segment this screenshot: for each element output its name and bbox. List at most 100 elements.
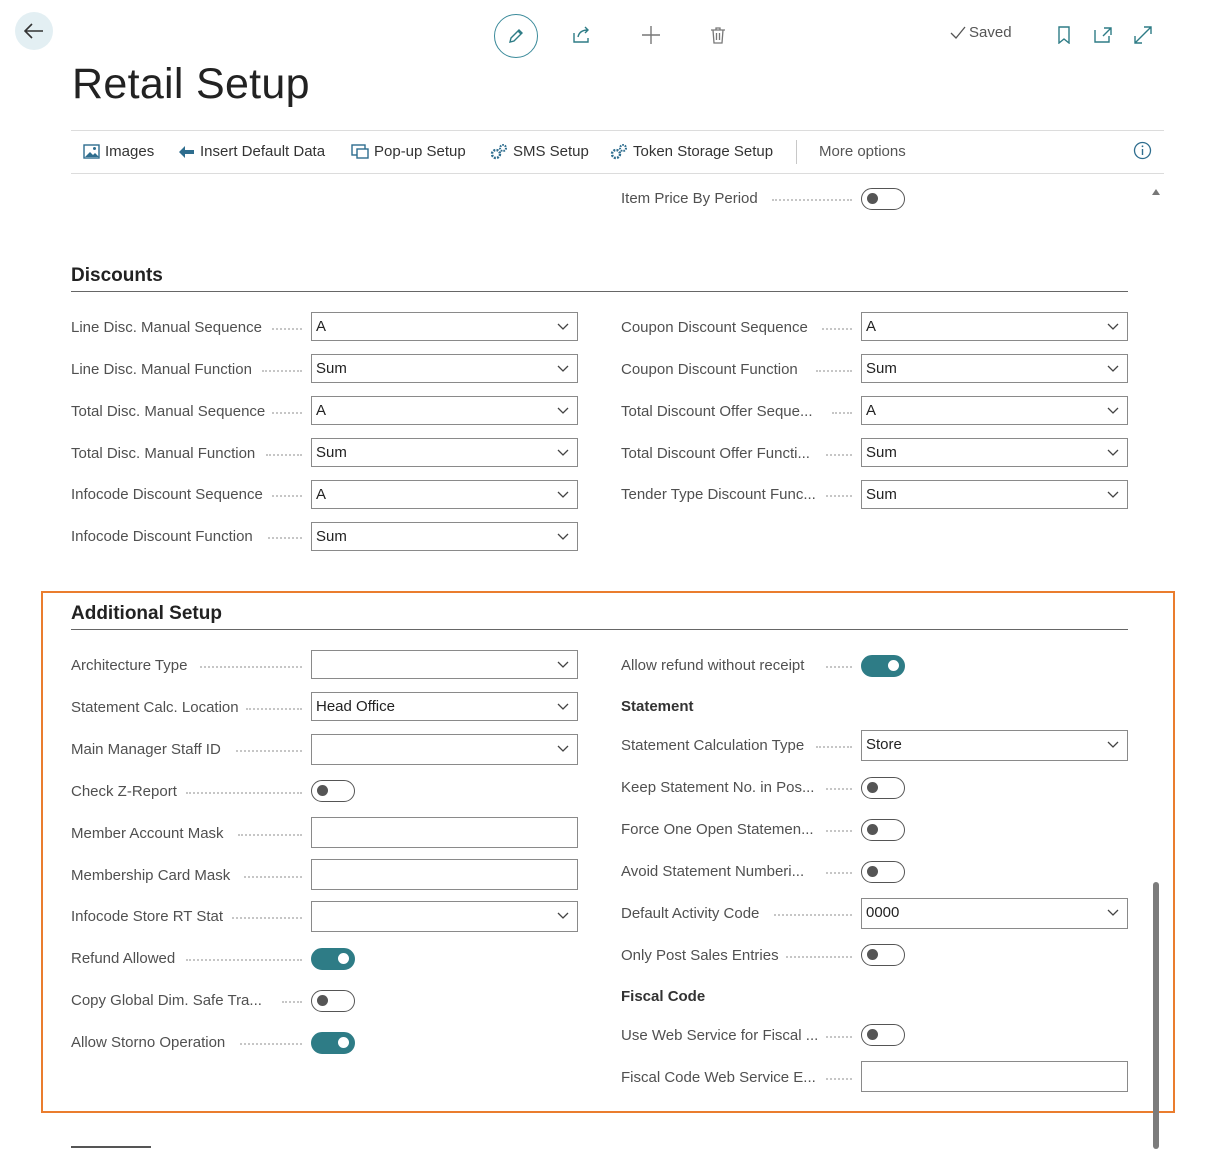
back-button[interactable] [15,12,53,50]
toggle-knob [317,995,328,1006]
toggle-allow-refund-without-receipt[interactable] [861,655,905,677]
action-insert-default-data[interactable]: Insert Default Data [178,143,325,160]
action-sms-setup[interactable]: SMS Setup [490,143,589,160]
select-default-activity-code[interactable]: 0000 [861,898,1128,929]
field-label-total-disc-manual-function: Total Disc. Manual Function [71,445,256,462]
field-dots [186,959,302,961]
field-label-tender-type-discount-function: Tender Type Discount Func... [621,486,816,503]
toggle-knob [338,953,349,964]
field-label-line-disc-manual-function: Line Disc. Manual Function [71,361,252,378]
field-label-coupon-discount-function: Coupon Discount Function [621,361,798,378]
select-main-manager-staff-id[interactable] [311,734,578,765]
open-new-window-button[interactable] [1082,14,1124,56]
select-total-disc-manual-function[interactable]: Sum [311,438,578,467]
more-options-button[interactable]: More options [819,143,906,160]
chevron-down-icon [557,533,569,540]
select-infocode-store-rt-stat[interactable] [311,901,578,932]
toggle-refund-allowed[interactable] [311,948,355,970]
select-infocode-discount-function[interactable]: Sum [311,522,578,551]
section-divider [71,291,1128,292]
arrow-left-icon [24,23,43,39]
chevron-down-icon [557,449,569,456]
field-dots [236,750,302,752]
select-total-discount-offer-function[interactable]: Sum [861,438,1128,467]
field-label-member-account-mask: Member Account Mask [71,825,224,842]
toggle-use-web-service-fiscal[interactable] [861,1024,905,1046]
select-architecture-type[interactable] [311,650,578,679]
new-button[interactable] [630,14,672,56]
select-value: Head Office [316,698,395,715]
input-membership-card-mask[interactable] [311,859,578,890]
input-fiscal-code-web-service[interactable] [861,1061,1128,1092]
toggle-only-post-sales-entries[interactable] [861,944,905,966]
select-coupon-discount-sequence[interactable]: A [861,312,1128,341]
field-dots [826,1036,852,1038]
field-dots [822,328,852,330]
edit-button[interactable] [494,14,538,58]
pencil-icon [509,29,523,43]
toggle-avoid-statement-numbering[interactable] [861,861,905,883]
action-images[interactable]: Images [83,143,154,160]
field-dots [262,370,302,372]
expand-icon [1134,26,1152,44]
field-dots [282,1001,302,1003]
action-label: Insert Default Data [200,143,326,160]
delete-button[interactable] [697,14,739,56]
select-total-disc-manual-sequence[interactable]: A [311,396,578,425]
scroll-up-arrow-icon[interactable] [1151,188,1161,196]
input-member-account-mask[interactable] [311,817,578,848]
select-total-discount-offer-sequence[interactable]: A [861,396,1128,425]
field-dots [272,412,302,414]
select-statement-calculation-type[interactable]: Store [861,730,1128,761]
subheading-fiscal-code: Fiscal Code [621,988,706,1005]
field-label-total-discount-offer-sequence: Total Discount Offer Seque... [621,403,813,420]
chevron-down-icon [1107,491,1119,498]
toggle-item-price-by-period[interactable] [861,188,905,210]
toggle-allow-storno-operation[interactable] [311,1032,355,1054]
select-value: Sum [316,528,347,545]
select-value: Sum [316,444,347,461]
field-label-infocode-store-rt-stat: Infocode Store RT Stat [71,908,224,925]
field-dots [266,454,302,456]
field-dots [272,328,302,330]
field-label-force-one-open-statement: Force One Open Statemen... [621,821,814,838]
field-dots [826,788,852,790]
trash-icon [711,27,725,44]
toggle-knob [867,949,878,960]
chevron-down-icon [1107,449,1119,456]
field-label-refund-allowed: Refund Allowed [71,950,176,967]
field-label-default-activity-code: Default Activity Code [621,905,760,922]
toggle-force-one-open-statement[interactable] [861,819,905,841]
field-label-use-web-service-fiscal: Use Web Service for Fiscal ... [621,1027,819,1044]
toggle-keep-statement-no[interactable] [861,777,905,799]
select-value: Sum [866,444,897,461]
select-statement-calc-location[interactable]: Head Office [311,692,578,721]
saved-status: Saved [950,24,1012,41]
chevron-down-icon [557,745,569,752]
select-infocode-discount-sequence[interactable]: A [311,480,578,509]
bookmark-button[interactable] [1043,14,1085,56]
field-label-statement-calculation-type: Statement Calculation Type [621,737,805,754]
field-dots [816,370,852,372]
expand-button[interactable] [1122,14,1164,56]
select-coupon-discount-function[interactable]: Sum [861,354,1128,383]
select-value: Sum [316,360,347,377]
field-label-only-post-sales-entries: Only Post Sales Entries [621,947,779,964]
action-token-storage-setup[interactable]: Token Storage Setup [610,143,773,160]
field-dots [832,412,852,414]
field-label-copy-global-dim: Copy Global Dim. Safe Tra... [71,992,262,1009]
chevron-down-icon [1107,323,1119,330]
toggle-copy-global-dim[interactable] [311,990,355,1012]
scrollbar-thumb[interactable] [1153,882,1159,1149]
action-popup-setup[interactable]: Pop-up Setup [351,143,466,160]
field-dots [238,834,302,836]
select-line-disc-manual-function[interactable]: Sum [311,354,578,383]
info-button[interactable] [1133,141,1152,160]
plus-icon [642,26,660,44]
select-line-disc-manual-sequence[interactable]: A [311,312,578,341]
share-button[interactable] [561,14,603,56]
select-tender-type-discount-function[interactable]: Sum [861,480,1128,509]
field-dots [826,666,852,668]
toggle-check-z-report[interactable] [311,780,355,802]
field-dots [232,917,302,919]
